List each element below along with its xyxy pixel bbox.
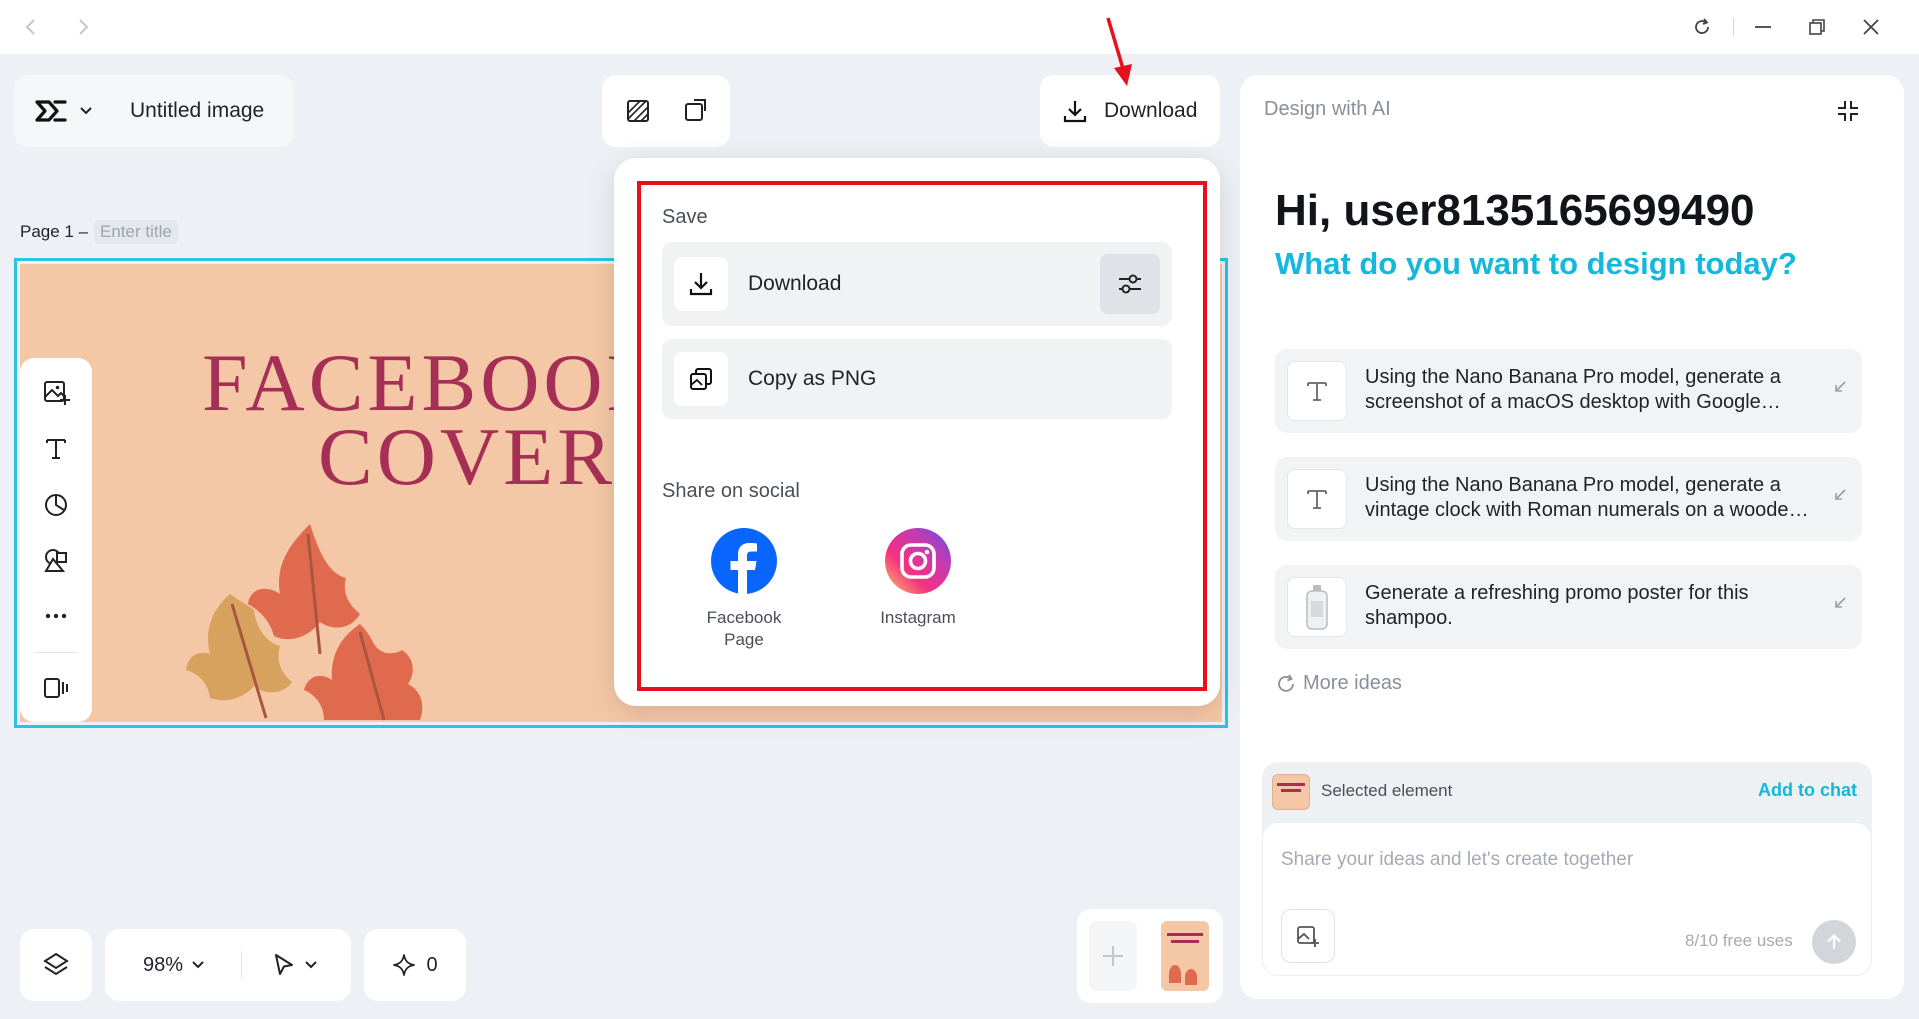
- background-icon[interactable]: [616, 91, 660, 131]
- elements-tool-icon[interactable]: [20, 476, 92, 532]
- arrow-down-left-icon: [1835, 597, 1846, 608]
- minimize-icon[interactable]: [1748, 12, 1778, 42]
- idea-text: Using the Nano Banana Pro model, generat…: [1365, 474, 1800, 521]
- close-icon[interactable]: [1856, 12, 1886, 42]
- idea-text: Generate a refreshing promo poster for t…: [1365, 582, 1749, 629]
- page-label: Page 1 –: [20, 222, 89, 241]
- sliders-icon: [1119, 274, 1141, 294]
- left-toolbar: [20, 358, 92, 722]
- chevron-down-icon: [192, 961, 204, 969]
- send-button[interactable]: [1812, 920, 1856, 964]
- download-icon: [674, 257, 728, 311]
- back-icon[interactable]: [16, 12, 46, 42]
- chevron-down-icon: [80, 107, 92, 115]
- shampoo-bottle-icon: [1287, 577, 1347, 637]
- add-image-icon[interactable]: [20, 364, 92, 420]
- text-type-icon: [1287, 361, 1347, 421]
- idea-text: Using the Nano Banana Pro model, generat…: [1365, 366, 1781, 413]
- copy-image-icon: [674, 352, 728, 406]
- zoom-level: 98%: [142, 953, 184, 976]
- plus-icon: [1103, 946, 1123, 966]
- attach-image-button[interactable]: [1281, 909, 1335, 963]
- zoom-controls: 98%: [105, 929, 351, 1001]
- arrow-down-left-icon: [1835, 489, 1846, 500]
- menu-download-label: Download: [748, 272, 842, 295]
- page-title-input[interactable]: Enter title: [94, 220, 178, 244]
- project-menu: Untitled image: [14, 75, 294, 147]
- instagram-label: Instagram: [880, 608, 956, 627]
- add-to-chat-button[interactable]: Add to chat: [1758, 780, 1857, 801]
- idea-card[interactable]: Using the Nano Banana Pro model, generat…: [1275, 349, 1862, 433]
- pages-panel-icon[interactable]: [20, 660, 92, 716]
- chat-input-box[interactable]: [1262, 822, 1872, 976]
- zoom-dropdown[interactable]: 98%: [129, 945, 219, 985]
- arrow-down-left-icon: [1835, 381, 1846, 392]
- facebook-label-line1: Facebook: [706, 608, 782, 627]
- add-image-icon: [1297, 926, 1319, 947]
- text-type-icon: [1287, 469, 1347, 529]
- page-1-thumbnail[interactable]: [1161, 921, 1209, 991]
- pointer-icon: [275, 954, 293, 975]
- annotation-arrow-icon: [1106, 17, 1132, 86]
- more-ideas-label: More ideas: [1303, 672, 1402, 694]
- credits-count: 0: [426, 953, 438, 976]
- download-icon: [1063, 101, 1087, 123]
- window-titlebar: [0, 0, 1919, 54]
- design-prompt-subtitle: What do you want to design today?: [1275, 246, 1797, 281]
- greeting: Hi, user8135165699490: [1275, 186, 1755, 235]
- more-ideas-button[interactable]: More ideas: [1275, 672, 1402, 695]
- app-menu-button[interactable]: [28, 91, 98, 131]
- sparkle-icon: [393, 954, 416, 976]
- resize-icon[interactable]: [672, 91, 716, 131]
- selected-element-thumbnail: [1272, 774, 1310, 810]
- download-settings-button[interactable]: [1100, 254, 1160, 314]
- pointer-mode-dropdown[interactable]: [255, 945, 335, 985]
- selected-element-label: Selected element: [1321, 781, 1453, 800]
- refresh-icon[interactable]: [1687, 12, 1717, 42]
- text-tool-icon[interactable]: [20, 420, 92, 476]
- collapse-panel-icon[interactable]: [1828, 94, 1868, 128]
- restore-icon[interactable]: [1802, 12, 1832, 42]
- capcut-logo-icon: [35, 100, 67, 122]
- menu-copy-png-item[interactable]: Copy as PNG: [662, 339, 1172, 419]
- add-page-button[interactable]: [1089, 921, 1137, 991]
- arrow-up-icon: [1827, 933, 1841, 949]
- panel-header: Design with AI: [1264, 98, 1391, 120]
- toolbar-divider: [36, 652, 76, 653]
- instagram-icon: [885, 528, 951, 594]
- layers-icon: [43, 952, 69, 976]
- titlebar-divider: [1733, 18, 1734, 36]
- facebook-label-line2: Page: [724, 630, 764, 649]
- canvas-tools: [602, 75, 730, 147]
- page-thumbnails: [1077, 909, 1223, 1003]
- zoom-divider: [241, 951, 242, 979]
- layers-button[interactable]: [20, 929, 92, 1001]
- chevron-down-icon: [305, 961, 317, 969]
- share-instagram[interactable]: Instagram: [866, 526, 970, 636]
- chat-input-placeholder[interactable]: Share your ideas and let's create togeth…: [1281, 849, 1633, 871]
- facebook-icon: [711, 528, 777, 594]
- download-button-label: Download: [1104, 99, 1198, 122]
- share-facebook-page[interactable]: Facebook Page: [692, 526, 796, 656]
- idea-card[interactable]: Generate a refreshing promo poster for t…: [1275, 565, 1862, 649]
- more-tools-icon[interactable]: [20, 588, 92, 644]
- ai-credits-button[interactable]: 0: [364, 929, 466, 1001]
- menu-download-item[interactable]: Download: [662, 242, 1172, 326]
- forward-icon[interactable]: [68, 12, 98, 42]
- share-heading: Share on social: [662, 480, 800, 502]
- menu-copy-png-label: Copy as PNG: [748, 367, 877, 390]
- save-heading: Save: [662, 206, 708, 228]
- shapes-tool-icon[interactable]: [20, 532, 92, 588]
- project-title[interactable]: Untitled image: [130, 99, 264, 123]
- idea-card[interactable]: Using the Nano Banana Pro model, generat…: [1275, 457, 1862, 541]
- refresh-icon: [1278, 674, 1294, 692]
- free-uses-count: 8/10 free uses: [1685, 931, 1793, 950]
